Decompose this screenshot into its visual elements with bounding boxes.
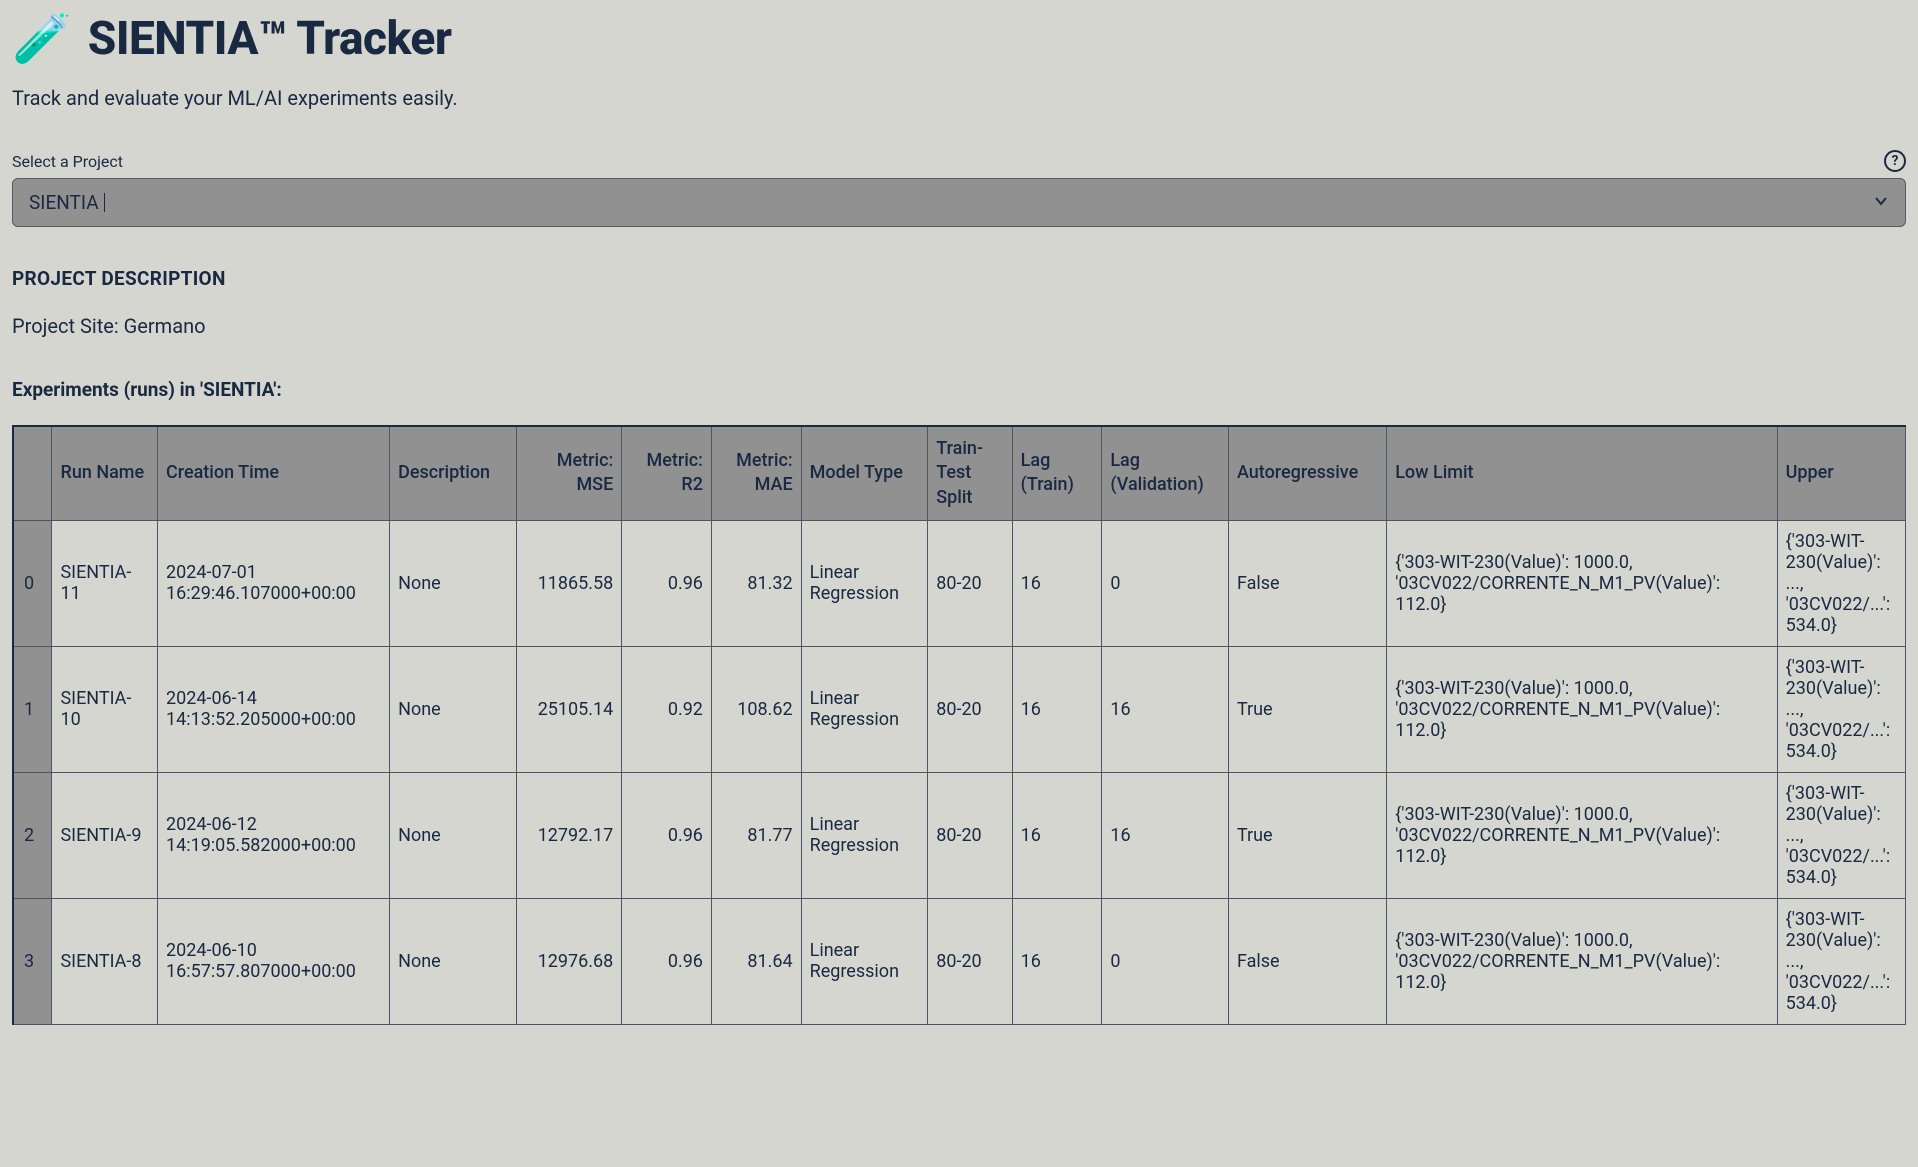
cell-low-limit: {'303-WIT-230(Value)': 1000.0, '03CV022/… <box>1387 520 1777 646</box>
cell-low-limit: {'303-WIT-230(Value)': 1000.0, '03CV022/… <box>1387 646 1777 772</box>
cell-lag-train: 16 <box>1012 772 1102 898</box>
col-creation-time: Creation Time <box>158 427 390 520</box>
col-run-name: Run Name <box>52 427 158 520</box>
cell-metric-mae: 81.64 <box>711 898 801 1024</box>
cell-run-name: SIENTIA-10 <box>52 646 158 772</box>
cell-metric-mse: 12792.17 <box>516 772 622 898</box>
page-subtitle: Track and evaluate your ML/AI experiment… <box>12 86 1906 110</box>
col-metric-r2: Metric: R2 <box>622 427 712 520</box>
cell-autoregressive: False <box>1228 898 1386 1024</box>
cell-lag-validation: 0 <box>1102 898 1229 1024</box>
cell-train-test-split: 80-20 <box>928 646 1012 772</box>
cell-creation-time: 2024-06-10 16:57:57.807000+00:00 <box>158 898 390 1024</box>
cell-creation-time: 2024-07-01 16:29:46.107000+00:00 <box>158 520 390 646</box>
cell-creation-time: 2024-06-12 14:19:05.582000+00:00 <box>158 772 390 898</box>
cell-metric-r2: 0.96 <box>622 520 712 646</box>
project-select-label: Select a Project <box>12 152 123 171</box>
select-label-row: Select a Project ? <box>12 150 1906 172</box>
project-description-heading: PROJECT DESCRIPTION <box>12 267 1906 290</box>
chevron-down-icon <box>1873 193 1889 213</box>
cell-low-limit: {'303-WIT-230(Value)': 1000.0, '03CV022/… <box>1387 772 1777 898</box>
cell-model-type: Linear Regression <box>801 520 928 646</box>
cell-lag-validation: 16 <box>1102 646 1229 772</box>
cell-upper: {'303-WIT-230(Value)': ..., '03CV022/...… <box>1777 646 1905 772</box>
col-low-limit: Low Limit <box>1387 427 1777 520</box>
cell-idx: 1 <box>14 646 52 772</box>
cell-lag-validation: 0 <box>1102 520 1229 646</box>
cell-autoregressive: True <box>1228 772 1386 898</box>
col-upper: Upper <box>1777 427 1905 520</box>
cell-low-limit: {'303-WIT-230(Value)': 1000.0, '03CV022/… <box>1387 898 1777 1024</box>
cell-description: None <box>390 520 517 646</box>
cell-lag-validation: 16 <box>1102 772 1229 898</box>
cell-metric-mse: 12976.68 <box>516 898 622 1024</box>
cell-creation-time: 2024-06-14 14:13:52.205000+00:00 <box>158 646 390 772</box>
col-train-test-split: Train-Test Split <box>928 427 1012 520</box>
cell-metric-r2: 0.96 <box>622 898 712 1024</box>
cell-upper: {'303-WIT-230(Value)': ..., '03CV022/...… <box>1777 772 1905 898</box>
cell-lag-train: 16 <box>1012 646 1102 772</box>
cell-train-test-split: 80-20 <box>928 898 1012 1024</box>
cell-metric-mse: 25105.14 <box>516 646 622 772</box>
cell-run-name: SIENTIA-8 <box>52 898 158 1024</box>
cell-train-test-split: 80-20 <box>928 520 1012 646</box>
page-title: SIENTIA™ Tracker <box>88 12 452 66</box>
project-select-value: SIENTIA <box>29 191 99 214</box>
cell-idx: 3 <box>14 898 52 1024</box>
cell-autoregressive: False <box>1228 520 1386 646</box>
cell-metric-mae: 81.32 <box>711 520 801 646</box>
col-autoregressive: Autoregressive <box>1228 427 1386 520</box>
cell-metric-mae: 81.77 <box>711 772 801 898</box>
cell-metric-r2: 0.92 <box>622 646 712 772</box>
col-idx <box>14 427 52 520</box>
cell-description: None <box>390 898 517 1024</box>
table-row[interactable]: 0SIENTIA-112024-07-01 16:29:46.107000+00… <box>14 520 1906 646</box>
cell-upper: {'303-WIT-230(Value)': ..., '03CV022/...… <box>1777 520 1905 646</box>
col-metric-mse: Metric: MSE <box>516 427 622 520</box>
cell-upper: {'303-WIT-230(Value)': ..., '03CV022/...… <box>1777 898 1905 1024</box>
cell-autoregressive: True <box>1228 646 1386 772</box>
experiments-heading: Experiments (runs) in 'SIENTIA': <box>12 378 1906 401</box>
cell-run-name: SIENTIA-9 <box>52 772 158 898</box>
cell-lag-train: 16 <box>1012 898 1102 1024</box>
cell-train-test-split: 80-20 <box>928 772 1012 898</box>
project-site-text: Project Site: Germano <box>12 314 1906 338</box>
test-tube-icon: 🧪 <box>12 15 72 63</box>
table-header-row: Run Name Creation Time Description Metri… <box>14 427 1906 520</box>
cell-lag-train: 16 <box>1012 520 1102 646</box>
project-select[interactable]: SIENTIA <box>12 178 1906 227</box>
cell-metric-mse: 11865.58 <box>516 520 622 646</box>
cell-metric-r2: 0.96 <box>622 772 712 898</box>
col-metric-mae: Metric: MAE <box>711 427 801 520</box>
cell-description: None <box>390 772 517 898</box>
experiments-table: Run Name Creation Time Description Metri… <box>14 427 1906 1025</box>
col-description: Description <box>390 427 517 520</box>
cell-description: None <box>390 646 517 772</box>
help-icon[interactable]: ? <box>1884 150 1906 172</box>
col-lag-validation: Lag (Validation) <box>1102 427 1229 520</box>
cell-metric-mae: 108.62 <box>711 646 801 772</box>
cell-model-type: Linear Regression <box>801 772 928 898</box>
cell-run-name: SIENTIA-11 <box>52 520 158 646</box>
experiments-table-wrapper[interactable]: Run Name Creation Time Description Metri… <box>12 425 1906 1025</box>
cell-model-type: Linear Regression <box>801 898 928 1024</box>
table-row[interactable]: 1SIENTIA-102024-06-14 14:13:52.205000+00… <box>14 646 1906 772</box>
page-header: 🧪 SIENTIA™ Tracker <box>12 12 1906 66</box>
col-lag-train: Lag (Train) <box>1012 427 1102 520</box>
table-row[interactable]: 3SIENTIA-82024-06-10 16:57:57.807000+00:… <box>14 898 1906 1024</box>
col-model-type: Model Type <box>801 427 928 520</box>
cell-idx: 0 <box>14 520 52 646</box>
cell-model-type: Linear Regression <box>801 646 928 772</box>
cell-idx: 2 <box>14 772 52 898</box>
table-row[interactable]: 2SIENTIA-92024-06-12 14:19:05.582000+00:… <box>14 772 1906 898</box>
